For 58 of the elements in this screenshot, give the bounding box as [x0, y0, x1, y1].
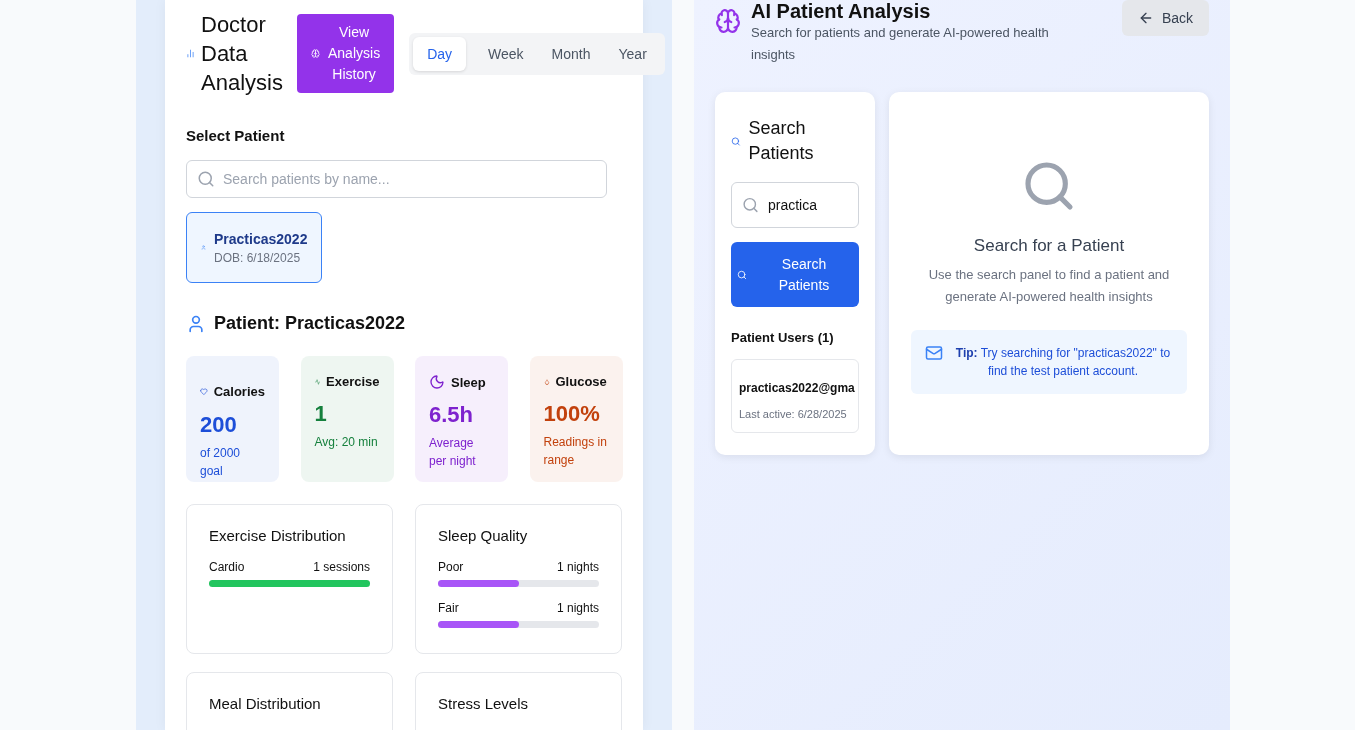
mail-icon: [925, 344, 943, 362]
stat-note: Readings in range: [543, 434, 608, 469]
droplet-icon: [543, 378, 550, 385]
stat-value: 200: [200, 412, 238, 438]
page-title: Doctor Data Analysis: [201, 11, 284, 97]
search-field[interactable]: practica: [731, 182, 859, 228]
chart-title: Sleep Quality: [438, 527, 529, 544]
stat-note: Avg: 20 min: [314, 434, 379, 451]
bar-label: Poor: [438, 560, 464, 574]
back-button[interactable]: Back: [1121, 0, 1209, 36]
stat-label: Sleep: [451, 374, 486, 390]
bar-label: Fair: [438, 601, 459, 615]
chart-title: Meal Distribution: [209, 695, 322, 712]
tip-text: Tip: Try searching for "practicas2022" to find the test patient account.: [954, 345, 1172, 380]
page-subtitle: Search for patients and generate AI-powered health insights: [751, 24, 1050, 64]
moon-icon: [429, 374, 445, 390]
user-card[interactable]: practicas2022@gma Last active: 6/28/2025: [731, 359, 859, 433]
stat-label: Calories: [213, 384, 265, 399]
patient-heading: Patient: Practicas2022: [214, 313, 406, 334]
bar-reading: 1 sessions: [313, 560, 370, 574]
chart-title: Exercise Distribution: [209, 527, 347, 544]
section-heading: Select Patient: [186, 127, 286, 144]
stat-note: Average per night: [429, 435, 477, 470]
search-field[interactable]: Search patients by name...: [186, 160, 607, 198]
period-tab[interactable]: Year: [604, 36, 661, 71]
search-icon: [197, 170, 215, 188]
period-tab[interactable]: Month: [537, 36, 605, 71]
activity-icon: [314, 378, 320, 385]
bar-reading: 1 nights: [556, 560, 599, 574]
search-icon: [737, 269, 747, 280]
stat-value: 1: [314, 401, 328, 427]
empty-text: Use the search panel to find a patient and generate AI-powered health insights: [927, 266, 1171, 306]
stat-label: Glucose: [555, 374, 607, 389]
brain-icon: [311, 49, 320, 58]
bar-label: Cardio: [209, 560, 245, 574]
last-active: Last active: 6/28/2025: [739, 408, 847, 420]
stat-label: Exercise: [326, 374, 380, 389]
patient-item[interactable]: Practicas2022 DOB: 6/18/2025: [186, 212, 322, 283]
page-title: AI Patient Analysis: [751, 0, 932, 22]
search-button[interactable]: Search Patients: [731, 242, 859, 307]
period-tab[interactable]: Week: [474, 36, 538, 71]
bar-reading: 1 nights: [556, 601, 599, 615]
brain-icon: [715, 8, 741, 34]
user-email: practicas2022@gma: [739, 381, 855, 395]
stat-value: 6.5h: [429, 402, 475, 428]
period-tab[interactable]: Day: [413, 36, 467, 71]
history-button[interactable]: View Analysis History: [297, 14, 395, 93]
search-icon: [731, 135, 741, 147]
search-icon: [742, 196, 759, 214]
bar-chart-icon: [186, 49, 195, 58]
chart-title: Stress Levels: [438, 695, 530, 712]
stat-value: 100%: [543, 401, 601, 427]
user-icon: [201, 245, 206, 250]
empty-title: Search for a Patient: [973, 236, 1125, 256]
stat-note: of 2000 goal: [200, 445, 242, 480]
user-icon: [186, 313, 206, 334]
users-heading: Patient Users (1): [731, 329, 835, 347]
card-title: Search Patients: [748, 117, 815, 165]
